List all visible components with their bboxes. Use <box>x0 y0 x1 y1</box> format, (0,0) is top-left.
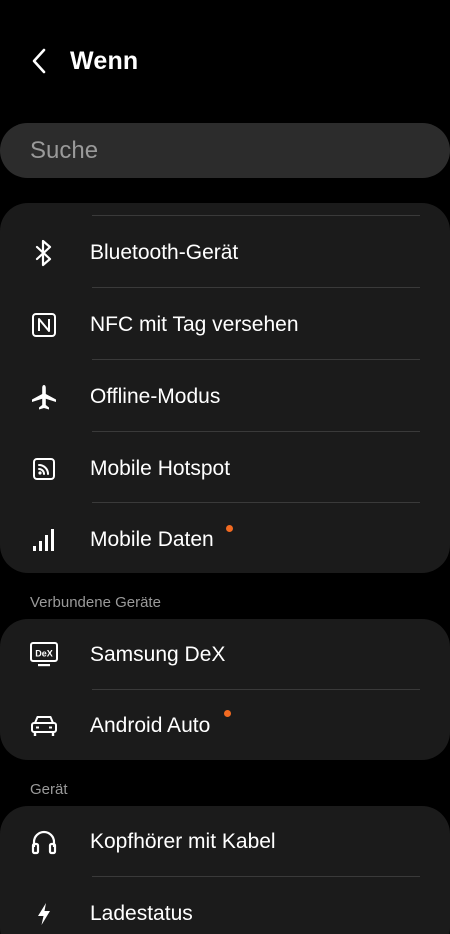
device-card: Kopfhörer mit Kabel Ladestatus <box>0 806 450 934</box>
divider <box>92 215 420 216</box>
page-title: Wenn <box>70 46 139 75</box>
new-badge-dot <box>226 525 233 532</box>
nfc-icon <box>26 307 62 343</box>
hotspot-icon <box>26 451 62 487</box>
connections-card: Bluetooth-Gerät NFC mit Tag versehen Off… <box>0 203 450 573</box>
list-item-samsung-dex[interactable]: DeX Samsung DeX <box>0 619 450 691</box>
dex-icon: DeX <box>26 637 62 673</box>
list-item-label: Android Auto <box>90 713 211 737</box>
list-item-label: Samsung DeX <box>90 642 226 666</box>
list-item-label: NFC mit Tag versehen <box>90 312 299 336</box>
divider <box>92 287 420 288</box>
connected-devices-card: DeX Samsung DeX Android Auto <box>0 619 450 760</box>
list-item-charging-status[interactable]: Ladestatus <box>0 878 450 934</box>
divider <box>92 502 420 503</box>
headphones-icon <box>26 824 62 860</box>
divider <box>92 876 420 877</box>
header: Wenn <box>0 30 450 92</box>
divider <box>92 431 420 432</box>
lightning-icon <box>26 896 62 932</box>
list-item-label: Mobile Daten <box>90 527 214 551</box>
screen: Wenn Suche Bluetooth-Gerät NFC mit Tag v… <box>0 0 450 934</box>
search-bar[interactable]: Suche <box>0 123 450 178</box>
bluetooth-icon <box>26 235 62 271</box>
list-item-nfc-tag[interactable]: NFC mit Tag versehen <box>0 289 450 361</box>
section-header-device: Gerät <box>30 781 68 798</box>
new-badge-dot <box>224 710 231 717</box>
list-item-wired-headphones[interactable]: Kopfhörer mit Kabel <box>0 806 450 878</box>
list-item-mobile-hotspot[interactable]: Mobile Hotspot <box>0 433 450 505</box>
divider <box>92 359 420 360</box>
list-item-label: Offline-Modus <box>90 384 221 408</box>
dex-icon-text: DeX <box>35 648 53 658</box>
section-header-connected-devices: Verbundene Geräte <box>30 594 161 611</box>
list-item-android-auto[interactable]: Android Auto <box>0 690 450 760</box>
list-item-offline-mode[interactable]: Offline-Modus <box>0 361 450 433</box>
list-item-label: Bluetooth-Gerät <box>90 240 239 264</box>
car-icon <box>26 708 62 744</box>
search-placeholder: Suche <box>30 136 99 164</box>
back-button[interactable] <box>12 33 68 89</box>
list-item-label: Mobile Hotspot <box>90 456 231 480</box>
list-item-label: Ladestatus <box>90 901 193 925</box>
signal-bars-icon <box>26 522 62 558</box>
chevron-left-icon <box>32 48 46 74</box>
list-item-label: Kopfhörer mit Kabel <box>90 829 276 853</box>
airplane-icon <box>26 379 62 415</box>
list-item-bluetooth-device[interactable]: Bluetooth-Gerät <box>0 217 450 289</box>
list-item-mobile-data[interactable]: Mobile Daten <box>0 504 450 573</box>
